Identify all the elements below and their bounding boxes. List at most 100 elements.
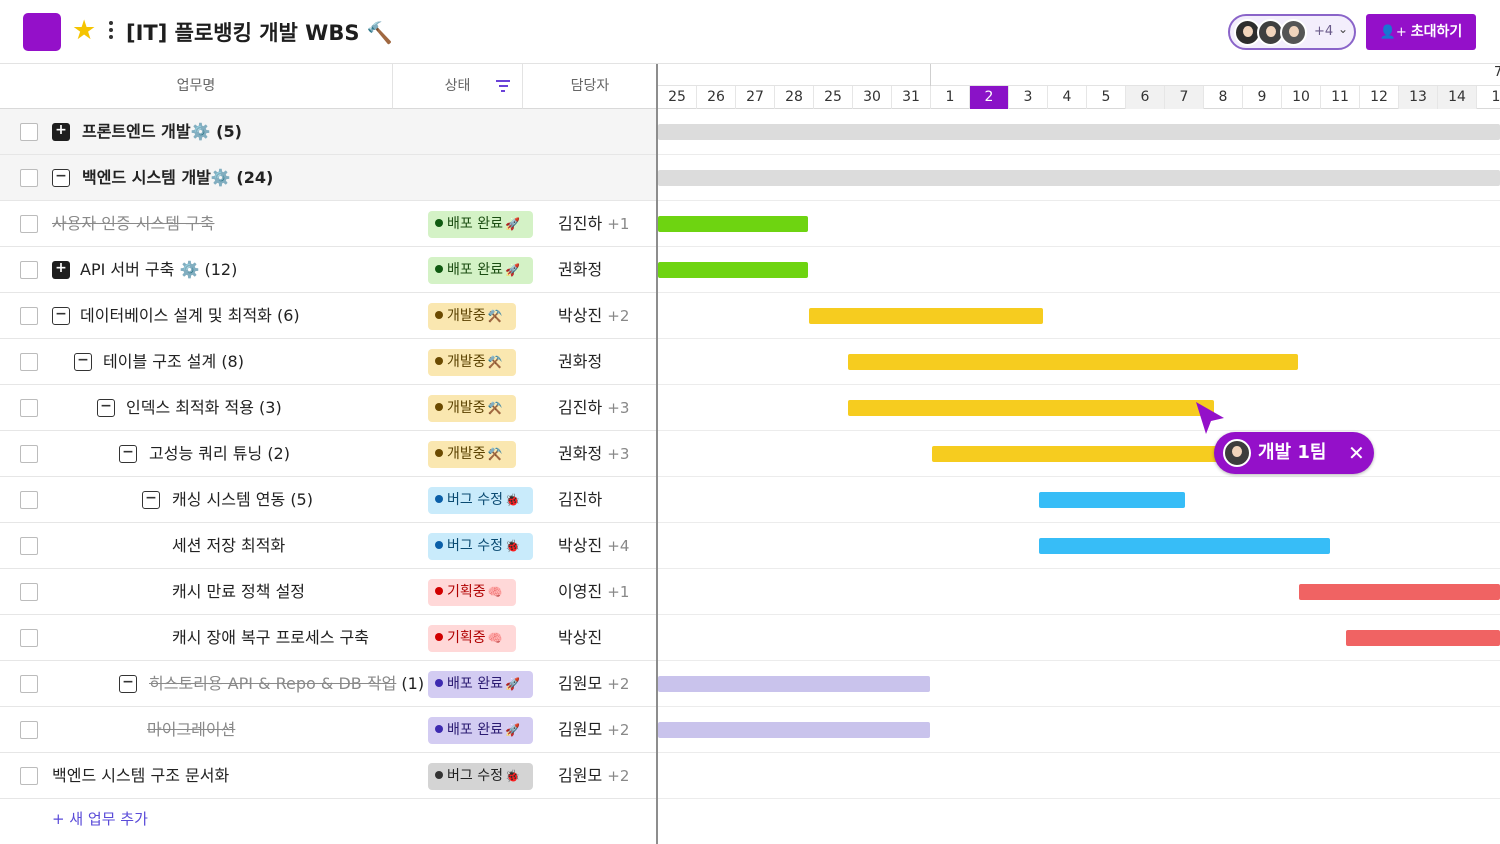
expand-icon[interactable]: + bbox=[52, 123, 70, 141]
collapse-icon[interactable]: − bbox=[119, 675, 137, 693]
status-badge[interactable]: 배포 완료 🚀 bbox=[428, 257, 533, 284]
status-badge[interactable]: 기획중 🧠 bbox=[428, 625, 516, 652]
workspace-logo[interactable] bbox=[23, 13, 61, 51]
task-name[interactable]: 히스토리용 API & Repo & DB 작업 (1) bbox=[149, 661, 424, 707]
task-bar[interactable] bbox=[658, 722, 930, 738]
row-checkbox[interactable] bbox=[20, 537, 38, 555]
task-row[interactable]: 캐시 장애 복구 프로세스 구축 기획중 🧠 박상진 bbox=[0, 615, 657, 661]
status-badge[interactable]: 배포 완료 🚀 bbox=[428, 211, 533, 238]
task-bar[interactable] bbox=[932, 446, 1222, 462]
row-checkbox[interactable] bbox=[20, 721, 38, 739]
assignee[interactable]: 박상진 bbox=[558, 615, 602, 661]
task-row[interactable]: − 테이블 구조 설계 (8) 개발중 ⚒️ 권화정 bbox=[0, 339, 657, 385]
row-checkbox[interactable] bbox=[20, 307, 38, 325]
task-name[interactable]: 세션 저장 최적화 bbox=[172, 523, 285, 569]
collapse-icon[interactable]: − bbox=[74, 353, 92, 371]
task-name[interactable]: 인덱스 최적화 적용 (3) bbox=[126, 385, 282, 431]
invite-button[interactable]: 👤+ 초대하기 bbox=[1366, 14, 1476, 50]
task-bar[interactable] bbox=[1039, 492, 1185, 508]
assignee[interactable]: 박상진 +2 bbox=[558, 293, 629, 339]
status-badge[interactable]: 버그 수정 🐞 bbox=[428, 763, 533, 790]
group-bar[interactable] bbox=[658, 170, 1500, 186]
group-bar[interactable] bbox=[658, 124, 1500, 140]
status-badge[interactable]: 버그 수정 🐞 bbox=[428, 533, 533, 560]
row-checkbox[interactable] bbox=[20, 583, 38, 601]
assignee[interactable]: 김원모 +2 bbox=[558, 661, 629, 707]
task-name[interactable]: 백엔드 시스템 구조 문서화 bbox=[52, 753, 229, 799]
task-row[interactable]: 세션 저장 최적화 버그 수정 🐞 박상진 +4 bbox=[0, 523, 657, 569]
task-name[interactable]: API 서버 구축 ⚙️ (12) bbox=[80, 247, 237, 293]
member-list-button[interactable]: +4 ⌄ bbox=[1228, 14, 1356, 50]
task-name[interactable]: 사용자 인증 시스템 구축 bbox=[52, 201, 214, 247]
status-badge[interactable]: 개발중 ⚒️ bbox=[428, 349, 516, 376]
status-badge[interactable]: 개발중 ⚒️ bbox=[428, 303, 516, 330]
task-name[interactable]: 고성능 쿼리 튜닝 (2) bbox=[149, 431, 290, 477]
more-menu-icon[interactable] bbox=[106, 18, 116, 46]
row-checkbox[interactable] bbox=[20, 675, 38, 693]
row-checkbox[interactable] bbox=[20, 261, 38, 279]
row-checkbox[interactable] bbox=[20, 629, 38, 647]
task-row[interactable]: + API 서버 구축 ⚙️ (12) 배포 완료 🚀 권화정 bbox=[0, 247, 657, 293]
row-checkbox[interactable] bbox=[20, 353, 38, 371]
status-badge[interactable]: 개발중 ⚒️ bbox=[428, 441, 516, 468]
filter-icon[interactable] bbox=[496, 80, 510, 92]
row-checkbox[interactable] bbox=[20, 215, 38, 233]
collaborator-cursor-chip[interactable]: 개발 1팀 ✕ bbox=[1214, 432, 1374, 474]
collapse-icon[interactable]: − bbox=[52, 169, 70, 187]
task-name[interactable]: 캐시 장애 복구 프로세스 구축 bbox=[172, 615, 369, 661]
expand-icon[interactable]: + bbox=[52, 261, 70, 279]
close-icon[interactable]: ✕ bbox=[1348, 432, 1365, 474]
task-name[interactable]: 마이그레이션 bbox=[147, 707, 235, 753]
collapse-icon[interactable]: − bbox=[142, 491, 160, 509]
task-bar[interactable] bbox=[848, 354, 1298, 370]
task-name[interactable]: 데이터베이스 설계 및 최적화 (6) bbox=[80, 293, 300, 339]
task-bar[interactable] bbox=[1039, 538, 1330, 554]
column-header-assignee[interactable]: 담당자 bbox=[523, 64, 657, 109]
row-checkbox[interactable] bbox=[20, 445, 38, 463]
assignee[interactable]: 김진하 +1 bbox=[558, 201, 629, 247]
column-header-status[interactable]: 상태 bbox=[393, 64, 523, 109]
task-row[interactable]: 캐시 만료 정책 설정 기획중 🧠 이영진 +1 bbox=[0, 569, 657, 615]
task-bar[interactable] bbox=[658, 216, 808, 232]
task-row[interactable]: − 캐싱 시스템 연동 (5) 버그 수정 🐞 김진하 bbox=[0, 477, 657, 523]
collapse-icon[interactable]: − bbox=[97, 399, 115, 417]
assignee[interactable]: 김진하 bbox=[558, 477, 602, 523]
assignee[interactable]: 권화정 bbox=[558, 247, 602, 293]
row-checkbox[interactable] bbox=[20, 123, 38, 141]
task-row[interactable]: − 고성능 쿼리 튜닝 (2) 개발중 ⚒️ 권화정 +3 bbox=[0, 431, 657, 477]
task-row[interactable]: 마이그레이션 배포 완료 🚀 김원모 +2 bbox=[0, 707, 657, 753]
task-row[interactable]: − 데이터베이스 설계 및 최적화 (6) 개발중 ⚒️ 박상진 +2 bbox=[0, 293, 657, 339]
task-name[interactable]: 테이블 구조 설계 (8) bbox=[103, 339, 244, 385]
task-row[interactable]: − 인덱스 최적화 적용 (3) 개발중 ⚒️ 김진하 +3 bbox=[0, 385, 657, 431]
column-header-task[interactable]: 업무명 bbox=[0, 64, 393, 109]
task-row[interactable]: 백엔드 시스템 구조 문서화 버그 수정 🐞 김원모 +2 bbox=[0, 753, 657, 799]
task-bar[interactable] bbox=[658, 262, 808, 278]
assignee[interactable]: 이영진 +1 bbox=[558, 569, 629, 615]
group-row[interactable]: + 프론트엔드 개발⚙️ (5) bbox=[0, 109, 657, 155]
assignee[interactable]: 김원모 +2 bbox=[558, 753, 629, 799]
collapse-icon[interactable]: − bbox=[119, 445, 137, 463]
task-bar[interactable] bbox=[1346, 630, 1500, 646]
status-badge[interactable]: 개발중 ⚒️ bbox=[428, 395, 516, 422]
task-bar[interactable] bbox=[848, 400, 1214, 416]
status-badge[interactable]: 기획중 🧠 bbox=[428, 579, 516, 606]
status-badge[interactable]: 배포 완료 🚀 bbox=[428, 671, 533, 698]
row-checkbox[interactable] bbox=[20, 169, 38, 187]
task-bar[interactable] bbox=[1299, 584, 1500, 600]
group-row[interactable]: − 백엔드 시스템 개발⚙️ (24) bbox=[0, 155, 657, 201]
task-name[interactable]: 캐싱 시스템 연동 (5) bbox=[172, 477, 313, 523]
row-checkbox[interactable] bbox=[20, 767, 38, 785]
task-bar[interactable] bbox=[809, 308, 1043, 324]
status-badge[interactable]: 배포 완료 🚀 bbox=[428, 717, 533, 744]
add-task-button[interactable]: + 새 업무 추가 bbox=[52, 808, 148, 829]
row-checkbox[interactable] bbox=[20, 399, 38, 417]
task-row[interactable]: − 히스토리용 API & Repo & DB 작업 (1) 배포 완료 🚀 김원… bbox=[0, 661, 657, 707]
assignee[interactable]: 김원모 +2 bbox=[558, 707, 629, 753]
collapse-icon[interactable]: − bbox=[52, 307, 70, 325]
star-icon[interactable]: ★ bbox=[72, 14, 96, 48]
task-name[interactable]: 캐시 만료 정책 설정 bbox=[172, 569, 305, 615]
assignee[interactable]: 김진하 +3 bbox=[558, 385, 629, 431]
status-badge[interactable]: 버그 수정 🐞 bbox=[428, 487, 533, 514]
assignee[interactable]: 권화정 bbox=[558, 339, 602, 385]
assignee[interactable]: 박상진 +4 bbox=[558, 523, 629, 569]
